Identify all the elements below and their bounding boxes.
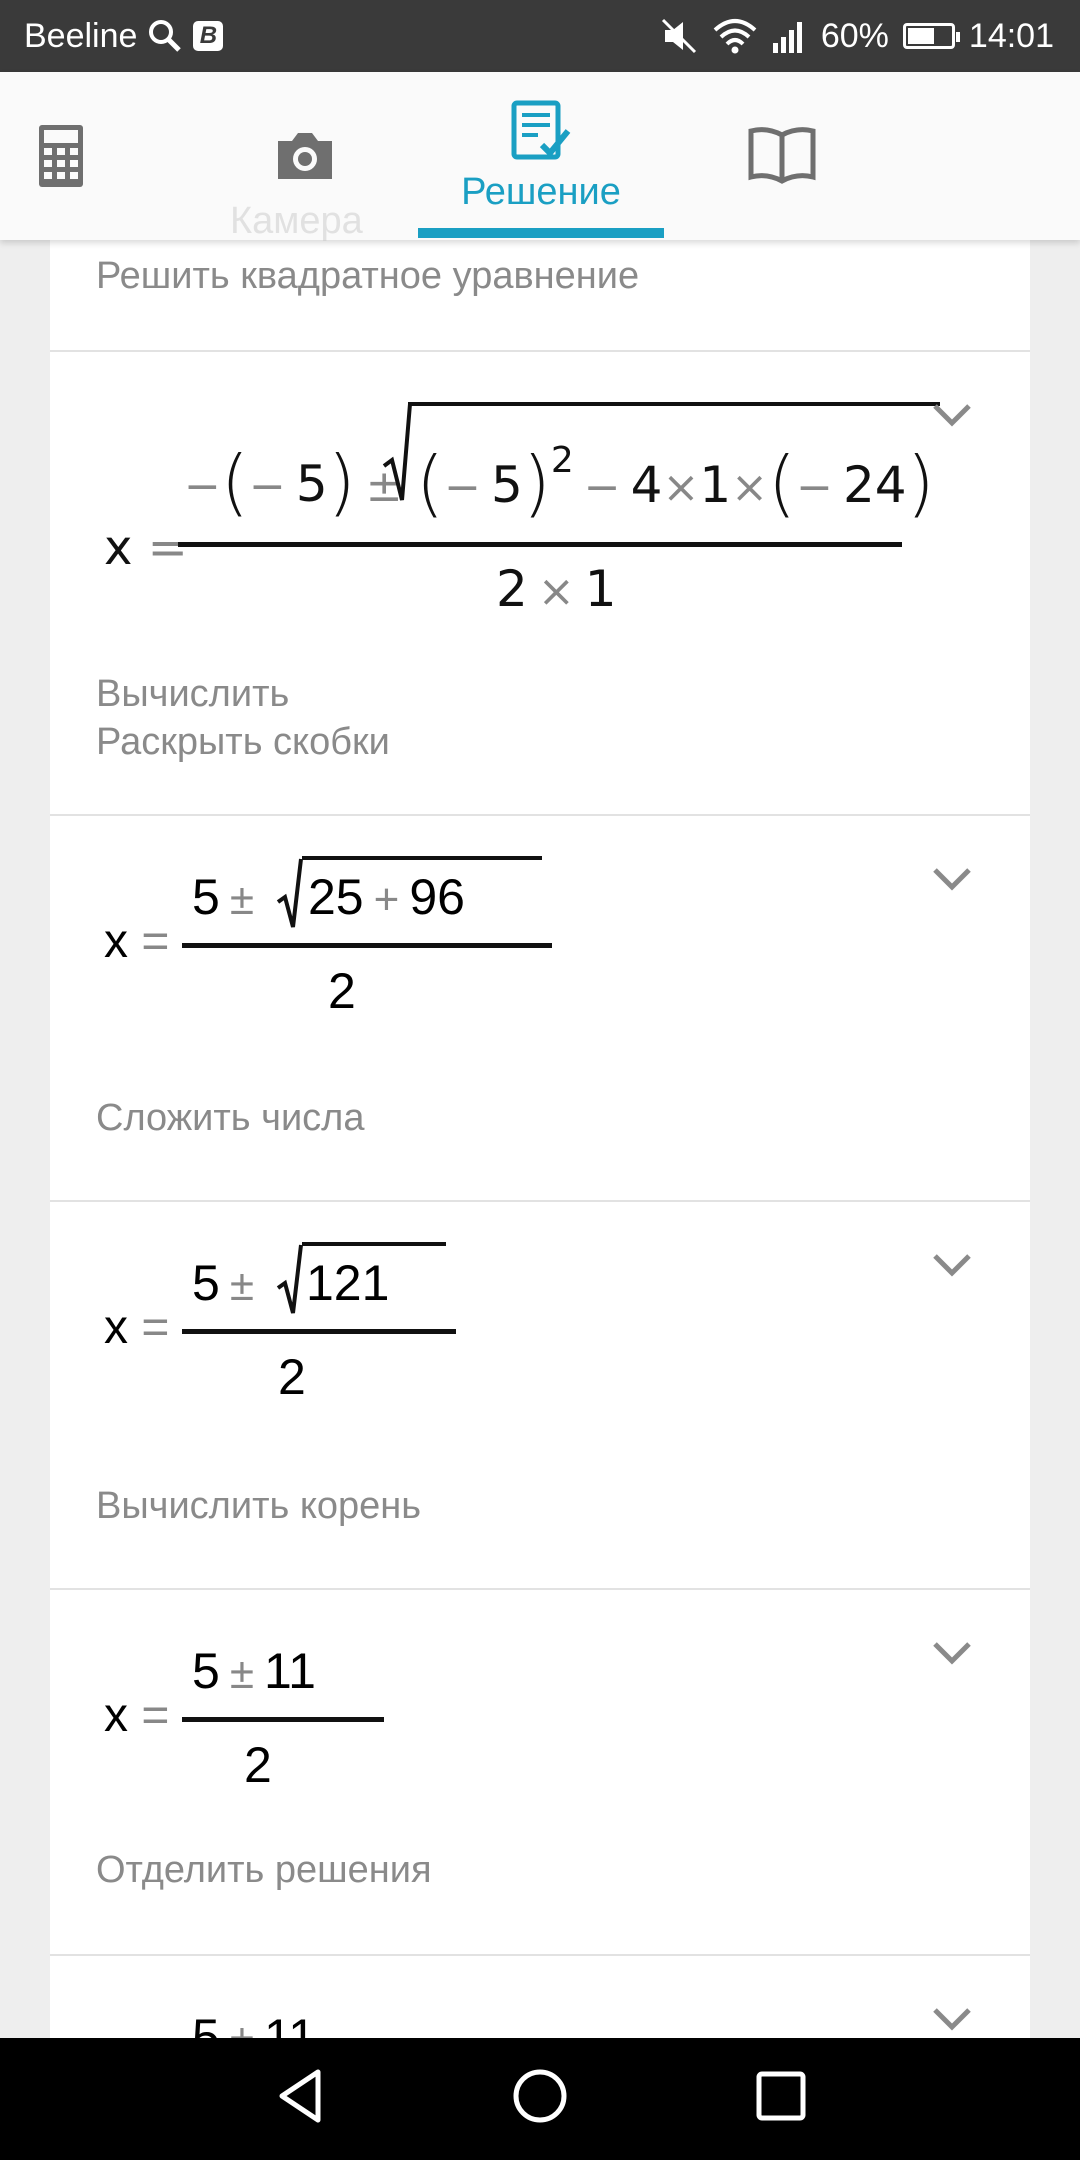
chevron-down-icon[interactable] xyxy=(932,402,972,428)
navigation-bar xyxy=(0,2038,1080,2160)
radicand: (− 5)2 − 4×1×(− 24) xyxy=(416,440,935,525)
step-label: Вычислить корень xyxy=(96,1485,422,1527)
denominator: 2 xyxy=(278,1349,306,1405)
battery-icon xyxy=(902,23,960,49)
step-label: Отделить решения xyxy=(96,1849,432,1891)
step-card[interactable]: 5 ± 11 xyxy=(50,1956,1030,2038)
sqrt-sign xyxy=(382,403,412,501)
equals-sign: = xyxy=(141,1301,170,1354)
clock: 14:01 xyxy=(968,16,1054,55)
calculator-icon xyxy=(39,125,83,187)
home-button[interactable] xyxy=(510,2066,570,2126)
tab-solution-label: Решение xyxy=(461,170,621,213)
step-card[interactable]: x = 5 ± 11 2 Отделить решения xyxy=(50,1590,1030,1956)
numerator: 5 ± 11 xyxy=(192,1643,316,1699)
numerator: −(− 5) ± xyxy=(184,440,403,524)
search-icon xyxy=(149,20,182,52)
sqrt-bar xyxy=(302,856,542,860)
ghost-tab-label: Камера xyxy=(230,200,363,242)
tab-solution[interactable]: Решение xyxy=(418,72,664,240)
step-label: Решить квадратное уравнение xyxy=(96,255,640,297)
chevron-down-icon[interactable] xyxy=(932,1640,972,1666)
recents-button[interactable] xyxy=(754,2066,810,2126)
fraction-line xyxy=(182,1329,456,1334)
book-icon xyxy=(748,127,816,184)
wifi-icon xyxy=(713,19,757,54)
sqrt-sign xyxy=(276,858,303,928)
back-button[interactable] xyxy=(274,2066,326,2126)
step-label: Вычислить xyxy=(96,673,290,715)
sqrt-sign xyxy=(276,1244,303,1314)
status-bar: Beeline B 60% 14:01 xyxy=(0,0,1080,72)
vk-notification-icon: B xyxy=(193,21,224,51)
denominator: 2 xyxy=(244,1737,272,1793)
step-card[interactable]: x = 5 ± 25 + 96 2 Сложить числа xyxy=(50,816,1030,1202)
denominator: 2 xyxy=(328,963,356,1019)
numerator: 5 ± xyxy=(192,1255,254,1311)
signal-icon xyxy=(772,22,802,53)
step-card[interactable]: x = 5 ± 121 2 Вычислить корень xyxy=(50,1202,1030,1590)
step-label: Сложить числа xyxy=(96,1097,365,1139)
battery-percent: 60% xyxy=(820,16,889,55)
equals-sign: = xyxy=(141,915,170,968)
equals-sign: = xyxy=(147,520,188,576)
chevron-down-icon[interactable] xyxy=(932,866,972,892)
radicand: 25 + 96 xyxy=(308,869,465,925)
fraction-line xyxy=(182,1717,384,1722)
chevron-down-icon[interactable] xyxy=(932,2006,972,2032)
solution-icon xyxy=(511,100,571,159)
step-card[interactable]: Решить квадратное уравнение xyxy=(50,240,1030,352)
carrier-name: Beeline xyxy=(24,16,138,55)
denominator: 2 × 1 xyxy=(496,560,617,618)
active-tab-indicator xyxy=(418,228,664,238)
radicand: 121 xyxy=(306,1255,390,1311)
numerator: 5 ± xyxy=(192,869,254,925)
sqrt-bar xyxy=(408,402,940,406)
tab-book[interactable] xyxy=(746,72,818,240)
sqrt-bar xyxy=(302,1242,446,1246)
variable-x: x xyxy=(104,520,133,576)
variable-x: x xyxy=(104,1689,128,1742)
step-label: Раскрыть скобки xyxy=(96,721,390,763)
variable-x: x xyxy=(104,915,128,968)
equals-sign: = xyxy=(141,1689,170,1742)
solution-steps: Решить квадратное уравнение x = −(− 5) ±… xyxy=(0,240,1080,2038)
tab-bar: Решение xyxy=(0,72,1080,240)
step-expression: x = −(− 5) ± (− 5)2 − 4×1×(− 24) 2 × 1 xyxy=(50,352,1030,652)
chevron-down-icon[interactable] xyxy=(932,1252,972,1278)
camera-icon xyxy=(278,133,332,179)
tab-calculator[interactable] xyxy=(30,72,92,240)
step-card[interactable]: x = −(− 5) ± (− 5)2 − 4×1×(− 24) 2 × 1 В… xyxy=(50,352,1030,816)
mute-icon xyxy=(661,18,696,54)
fraction-line xyxy=(182,943,552,948)
variable-x: x xyxy=(104,1301,128,1354)
numerator: 5 ± 11 xyxy=(192,2009,316,2038)
fraction-line xyxy=(178,542,902,547)
